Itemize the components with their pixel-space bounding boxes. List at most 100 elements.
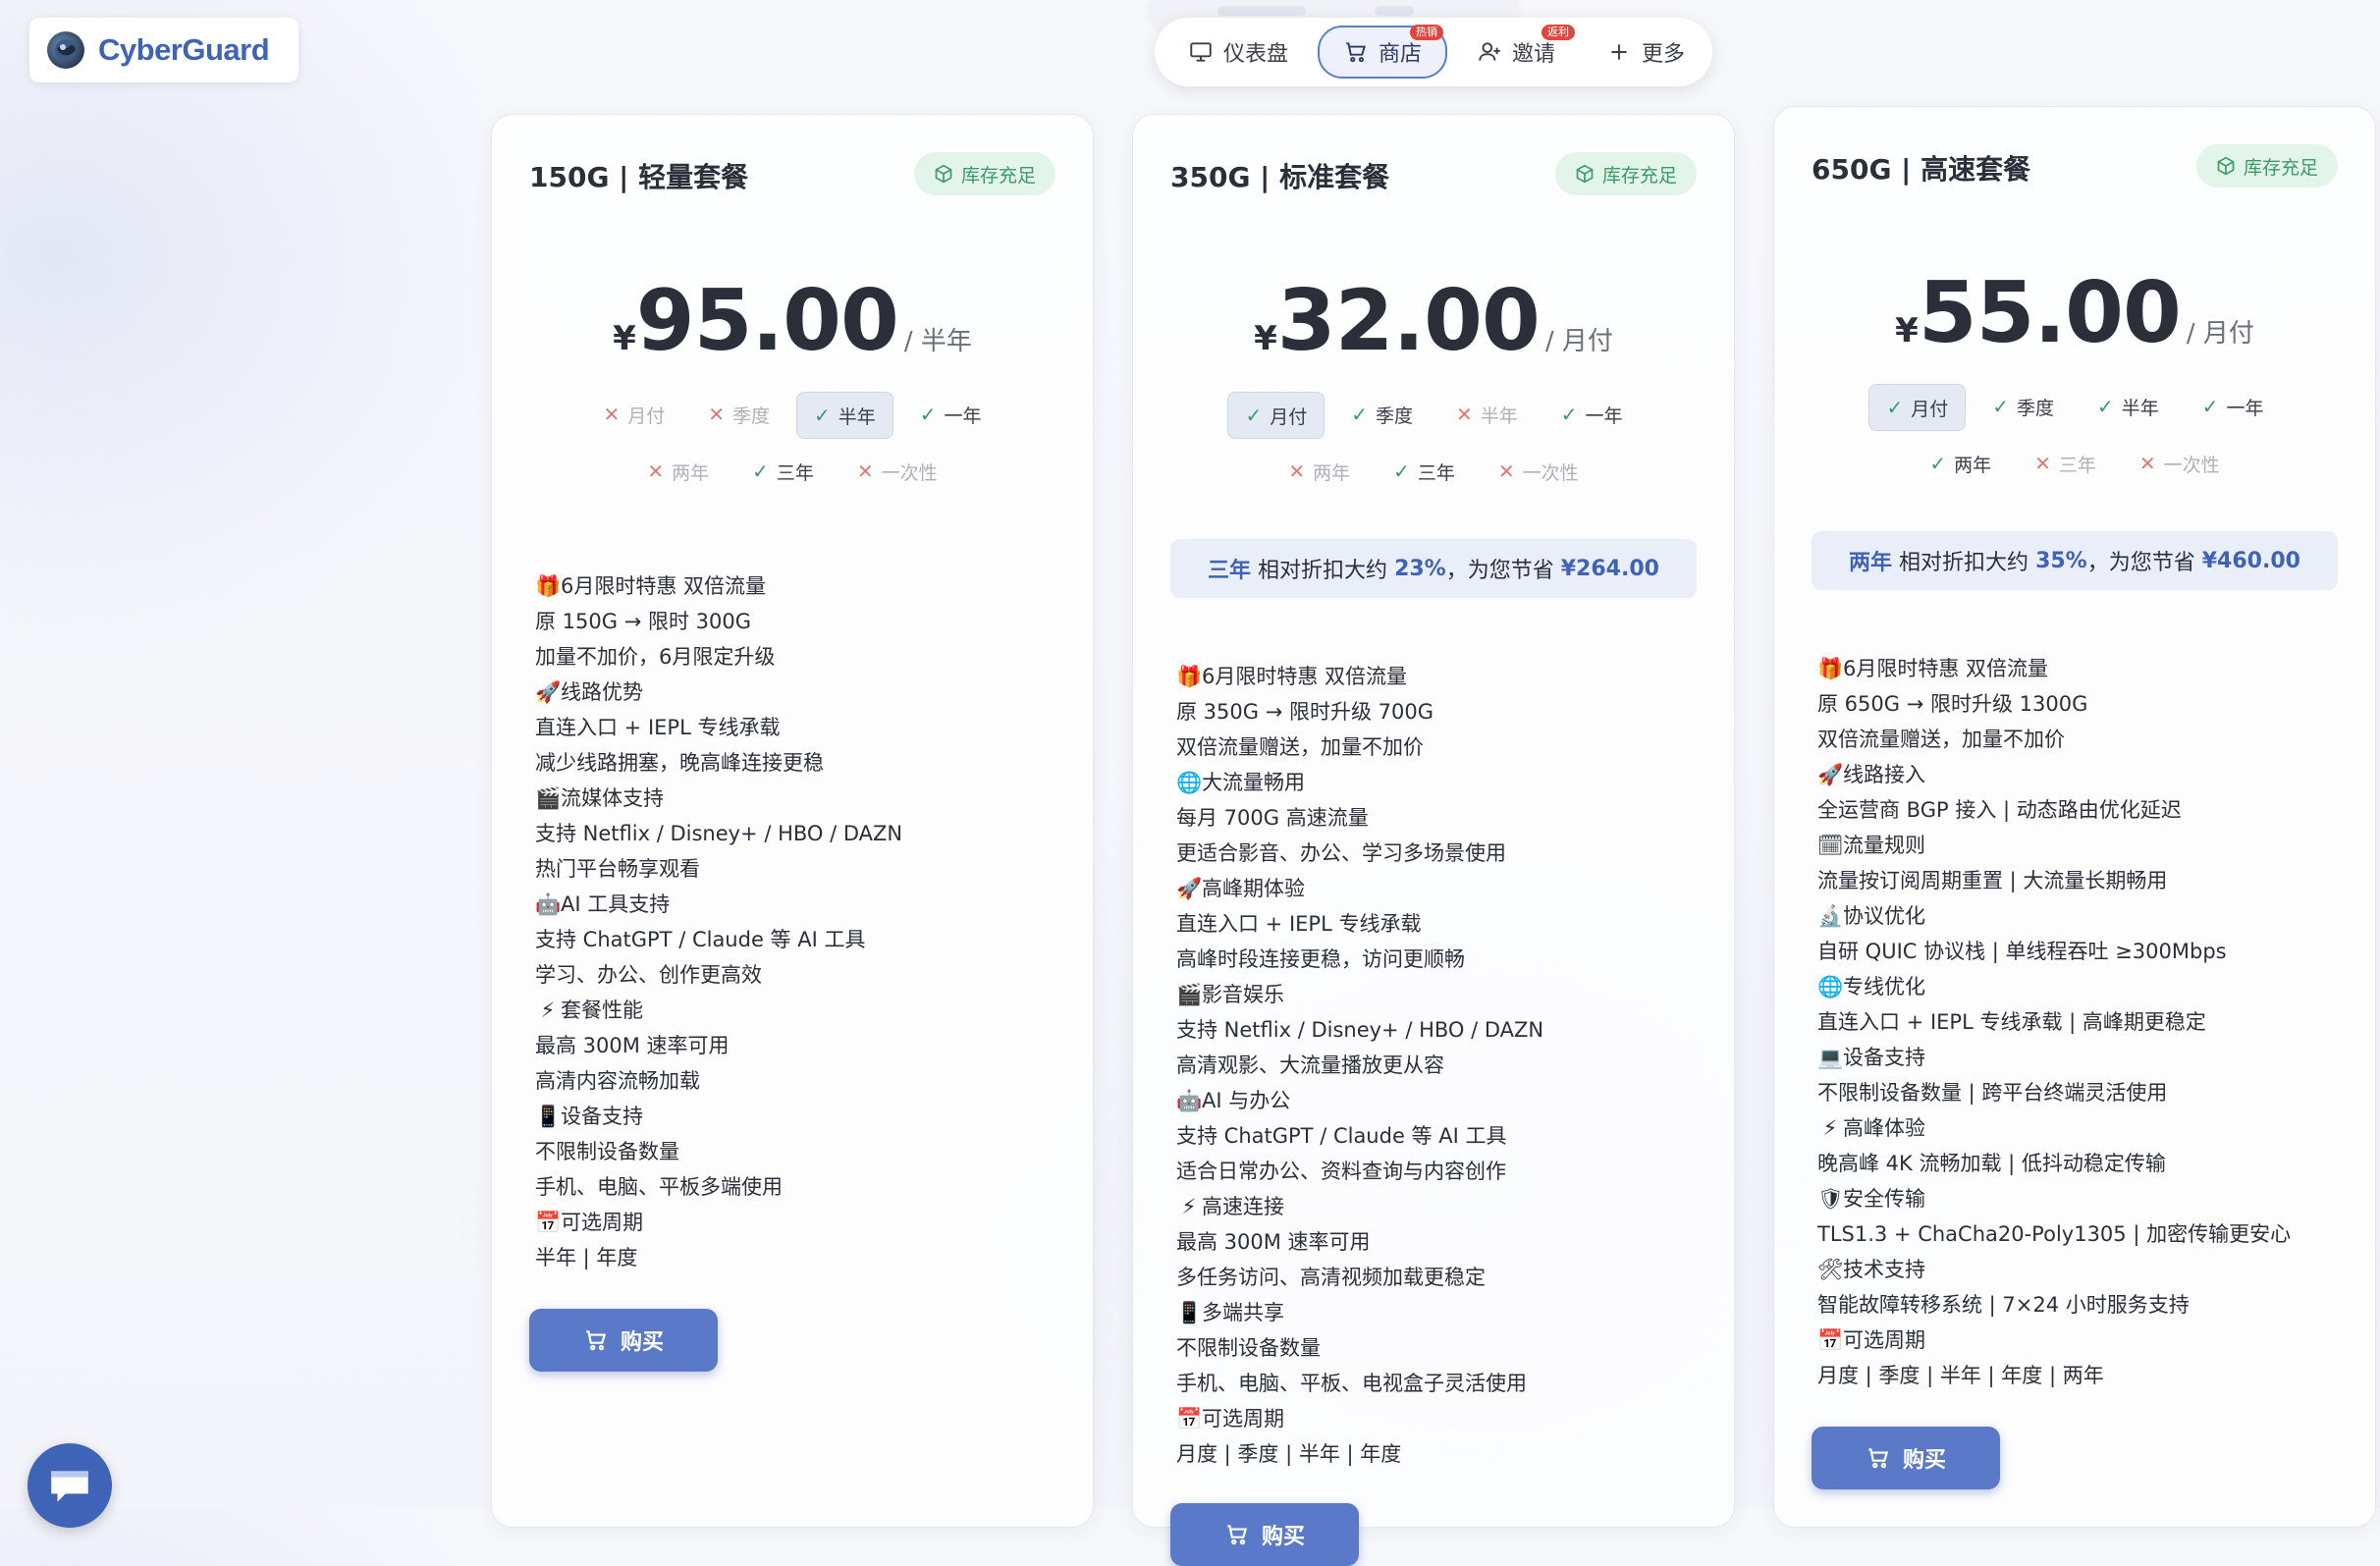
cycle-option[interactable]: ✕ 一次性 xyxy=(2123,441,2237,486)
cycle-option[interactable]: ✕ 两年 xyxy=(630,449,726,494)
feature-emoji-icon: 🎁 xyxy=(535,574,562,598)
feature-text: 手机、电脑、平板、电视盒子灵活使用 xyxy=(1176,1372,1527,1395)
feature-item: 不限制设备数量 xyxy=(535,1134,1063,1169)
feature-emoji-icon: 📱 xyxy=(1176,1301,1203,1324)
feature-item: 支持 ChatGPT / Claude 等 AI 工具 xyxy=(535,922,1063,957)
feature-heading: 🚀高峰期体验 xyxy=(1176,871,1704,906)
cycle-option[interactable]: ✓ 月付 xyxy=(1868,384,1967,431)
feature-text: 晚高峰 4K 流畅加载 | 低抖动稳定传输 xyxy=(1817,1152,2166,1175)
savings-cycle: 三年 xyxy=(1208,559,1252,583)
cycle-option[interactable]: ✕ 两年 xyxy=(1271,449,1367,494)
cycle-option[interactable]: ✓ 月付 xyxy=(1227,392,1325,439)
cycle-label: 季度 xyxy=(1375,405,1413,427)
feature-emoji-icon: 📱 xyxy=(535,1105,562,1128)
cross-icon: ✕ xyxy=(856,459,874,483)
feature-emoji-icon: 🚀 xyxy=(1817,763,1844,786)
feature-text: 可选周期 xyxy=(1843,1328,1925,1352)
hot-badge: 热销 xyxy=(1410,25,1444,40)
cycle-label: 月付 xyxy=(1911,398,1949,420)
feature-item: 智能故障转移系统 | 7×24 小时服务支持 xyxy=(1817,1287,2346,1323)
feature-list: 🎁6月限时特惠 双倍流量原 650G → 限时升级 1300G 双倍流量赠送，加量… xyxy=(1817,651,2346,1393)
cycle-option[interactable]: ✕ 季度 xyxy=(691,392,786,437)
feature-emoji-icon: 🌐 xyxy=(1817,975,1844,999)
cycle-option[interactable]: ✕ 三年 xyxy=(2018,441,2113,486)
nav-item-dashboard[interactable]: 仪表盘 xyxy=(1166,27,1310,77)
feature-text: 流量按订阅周期重置 | 大流量长期畅用 xyxy=(1817,869,2168,892)
feature-text: 原 150G → 限时 300G xyxy=(535,610,752,633)
buy-button[interactable]: 购买 xyxy=(1170,1503,1359,1566)
cycle-option[interactable]: ✕ 半年 xyxy=(1439,392,1535,437)
cycle-option[interactable]: ✓ 一年 xyxy=(903,392,999,437)
buy-button[interactable]: 购买 xyxy=(1812,1427,2000,1489)
feature-text: 自研 QUIC 协议栈 | 单线程吞吐 ≥300Mbps xyxy=(1817,940,2227,963)
stock-label: 库存充足 xyxy=(1601,164,1677,187)
cycle-label: 季度 xyxy=(731,405,770,427)
buy-button[interactable]: 购买 xyxy=(529,1309,718,1372)
cycle-option[interactable]: ✓ 两年 xyxy=(1913,441,2008,486)
feature-text: 可选周期 xyxy=(561,1211,643,1234)
feature-emoji-icon: 🛠 xyxy=(1817,1258,1844,1281)
box-icon xyxy=(1576,164,1594,184)
feature-text: 6月限时特惠 双倍流量 xyxy=(1202,665,1408,688)
savings-text: 相对折扣大约 xyxy=(1899,551,2029,575)
feature-emoji-icon: 🛡 xyxy=(1817,1187,1844,1211)
cycle-label: 半年 xyxy=(838,405,876,428)
cross-icon: ✕ xyxy=(603,403,621,426)
cart-icon xyxy=(1868,1448,1889,1469)
brand-logo[interactable]: CyberGuard xyxy=(29,18,298,82)
check-icon: ✓ xyxy=(1245,404,1263,427)
cycle-option[interactable]: ✓ 半年 xyxy=(2081,384,2176,429)
feature-text: 直连入口 + IEPL 专线承载 | 高峰期更稳定 xyxy=(1817,1010,2206,1034)
cart-icon xyxy=(1346,42,1366,63)
nav-item-shop[interactable]: 商店 热销 xyxy=(1318,25,1448,79)
feature-text: 流媒体支持 xyxy=(561,786,664,810)
feature-text: 安全传输 xyxy=(1843,1187,1925,1211)
feature-text: 支持 Netflix / Disney+ / HBO / DAZN xyxy=(1176,1018,1544,1042)
feature-heading: 🎁6月限时特惠 双倍流量 xyxy=(1176,659,1704,694)
cycle-option[interactable]: ✓ 半年 xyxy=(796,392,893,439)
cycle-option[interactable]: ✓ 季度 xyxy=(1975,384,2071,429)
cycle-option[interactable]: ✓ 一年 xyxy=(2186,384,2281,429)
feature-text: 最高 300M 速率可用 xyxy=(1176,1230,1371,1254)
billing-cycles: ✓ 月付 ✓ 季度 ✓ 半年 ✓ 一年 ✓ 两年 ✕ 三年 ✕ 一次性 xyxy=(1774,384,2375,496)
nav-item-more[interactable]: 更多 xyxy=(1585,27,1706,77)
feature-emoji-icon: 🎬 xyxy=(535,786,562,810)
price-amount: 95.00 xyxy=(635,272,899,370)
cycle-option[interactable]: ✓ 三年 xyxy=(1377,449,1472,494)
feature-text: 设备支持 xyxy=(1843,1046,1925,1069)
feature-text: 可选周期 xyxy=(1202,1407,1284,1431)
feature-emoji-icon: ⚡ xyxy=(1822,1116,1838,1140)
cycle-label: 一年 xyxy=(2226,397,2264,419)
feature-text: 直连入口 + IEPL 专线承载 xyxy=(535,716,781,739)
check-icon: ✓ xyxy=(919,403,937,426)
feature-emoji-icon: 💻 xyxy=(1817,1046,1844,1069)
feature-text: 智能故障转移系统 | 7×24 小时服务支持 xyxy=(1817,1293,2190,1317)
chat-button[interactable] xyxy=(27,1443,112,1528)
feature-text: 技术支持 xyxy=(1843,1258,1925,1281)
feature-item: 多任务访问、高清视频加载更稳定 xyxy=(1176,1260,1704,1295)
feature-text: 线路优势 xyxy=(561,680,643,704)
feature-item: 月度 | 季度 | 半年 | 年度 xyxy=(1176,1436,1704,1472)
cycle-option[interactable]: ✓ 三年 xyxy=(735,449,831,494)
cycle-label: 三年 xyxy=(776,461,814,484)
cycle-label: 月付 xyxy=(1270,405,1308,428)
billing-cycles: ✓ 月付 ✓ 季度 ✕ 半年 ✓ 一年 ✕ 两年 ✓ 三年 ✕ 一次性 xyxy=(1133,392,1734,504)
feature-emoji-icon: 🔬 xyxy=(1817,904,1844,928)
plan-title: 350G | 标准套餐 xyxy=(1170,161,1390,193)
nav-item-invite[interactable]: 邀请 返利 xyxy=(1455,25,1577,77)
cycle-option[interactable]: ✕ 一次性 xyxy=(1482,449,1596,494)
cycle-option[interactable]: ✓ 季度 xyxy=(1334,392,1430,437)
feature-list: 🎁6月限时特惠 双倍流量原 350G → 限时升级 700G 双倍流量赠送，加量不… xyxy=(1176,659,1704,1472)
feature-heading: 🛡安全传输 xyxy=(1817,1181,2346,1216)
feature-text: 流量规则 xyxy=(1843,834,1925,857)
cycle-option[interactable]: ✕ 一次性 xyxy=(840,449,954,494)
feature-heading: 🤖AI 工具支持 xyxy=(535,887,1063,922)
cycle-option[interactable]: ✓ 一年 xyxy=(1544,392,1640,437)
cycle-option[interactable]: ✕ 月付 xyxy=(586,392,681,437)
check-icon: ✓ xyxy=(814,404,831,427)
feature-heading: ⚡ 高峰体验 xyxy=(1817,1110,2346,1146)
feature-text: 高速连接 xyxy=(1202,1195,1284,1218)
cycle-label: 两年 xyxy=(1954,454,1992,476)
feature-item: 不限制设备数量 xyxy=(1176,1330,1704,1366)
feature-text: 半年 | 年度 xyxy=(535,1246,638,1269)
